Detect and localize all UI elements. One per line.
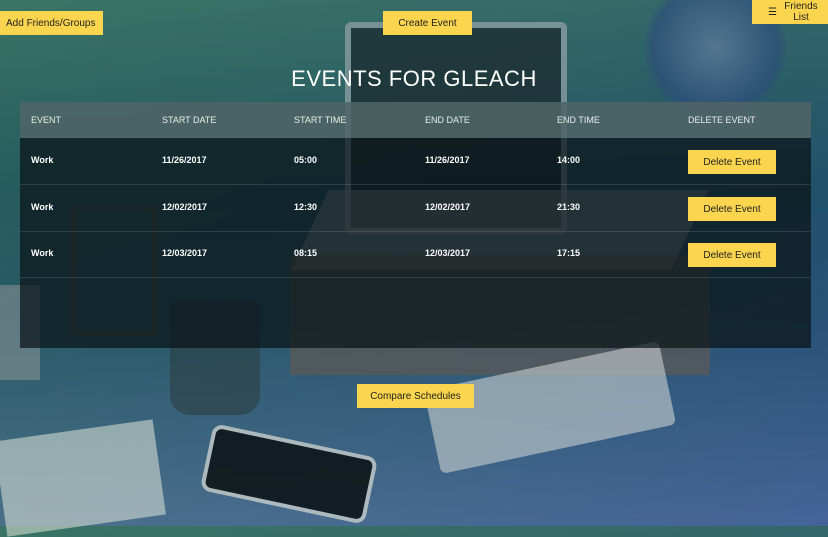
compare-schedules-button[interactable]: Compare Schedules xyxy=(357,384,474,408)
start-date: 12/03/2017 xyxy=(162,248,208,258)
end-time: 14:00 xyxy=(557,155,581,165)
add-friends-groups-button[interactable]: Add Friends/Groups xyxy=(0,11,103,35)
end-time: 21:30 xyxy=(557,202,581,212)
end-date: 12/03/2017 xyxy=(425,248,471,258)
start-time: 05:00 xyxy=(294,155,318,165)
friends-list-label: Friends List xyxy=(784,1,818,23)
event-name: Work xyxy=(31,155,54,165)
column-header-event: EVENT xyxy=(31,115,62,125)
background-phone xyxy=(199,423,379,525)
column-header-delete-event: DELETE EVENT xyxy=(688,115,756,125)
start-time: 12:30 xyxy=(294,202,318,212)
event-name: Work xyxy=(31,248,54,258)
end-date: 12/02/2017 xyxy=(425,202,471,212)
table-header: EVENT START DATE START TIME END DATE END… xyxy=(20,102,811,138)
hamburger-icon: ☰ xyxy=(768,6,777,18)
table-row: Work 11/26/2017 05:00 11/26/2017 14:00 D… xyxy=(20,138,811,185)
column-header-start-date: START DATE xyxy=(162,115,217,125)
start-date: 11/26/2017 xyxy=(162,155,207,165)
friends-list-button[interactable]: ☰ Friends List xyxy=(752,0,828,24)
start-time: 08:15 xyxy=(294,248,318,258)
column-header-end-date: END DATE xyxy=(425,115,470,125)
page-title: EVENTS FOR GLEACH xyxy=(291,66,537,91)
start-date: 12/02/2017 xyxy=(162,202,208,212)
table-row: Work 12/03/2017 08:15 12/03/2017 17:15 D… xyxy=(20,231,811,278)
delete-event-button[interactable]: Delete Event xyxy=(688,197,776,221)
background-book xyxy=(0,419,166,537)
end-time: 17:15 xyxy=(557,248,581,258)
delete-event-button[interactable]: Delete Event xyxy=(688,243,776,267)
delete-event-button[interactable]: Delete Event xyxy=(688,150,776,174)
create-event-button[interactable]: Create Event xyxy=(383,11,472,35)
events-table: EVENT START DATE START TIME END DATE END… xyxy=(20,102,811,348)
column-header-start-time: START TIME xyxy=(294,115,347,125)
column-header-end-time: END TIME xyxy=(557,115,600,125)
event-name: Work xyxy=(31,202,54,212)
table-row: Work 12/02/2017 12:30 12/02/2017 21:30 D… xyxy=(20,185,811,232)
end-date: 11/26/2017 xyxy=(425,155,470,165)
